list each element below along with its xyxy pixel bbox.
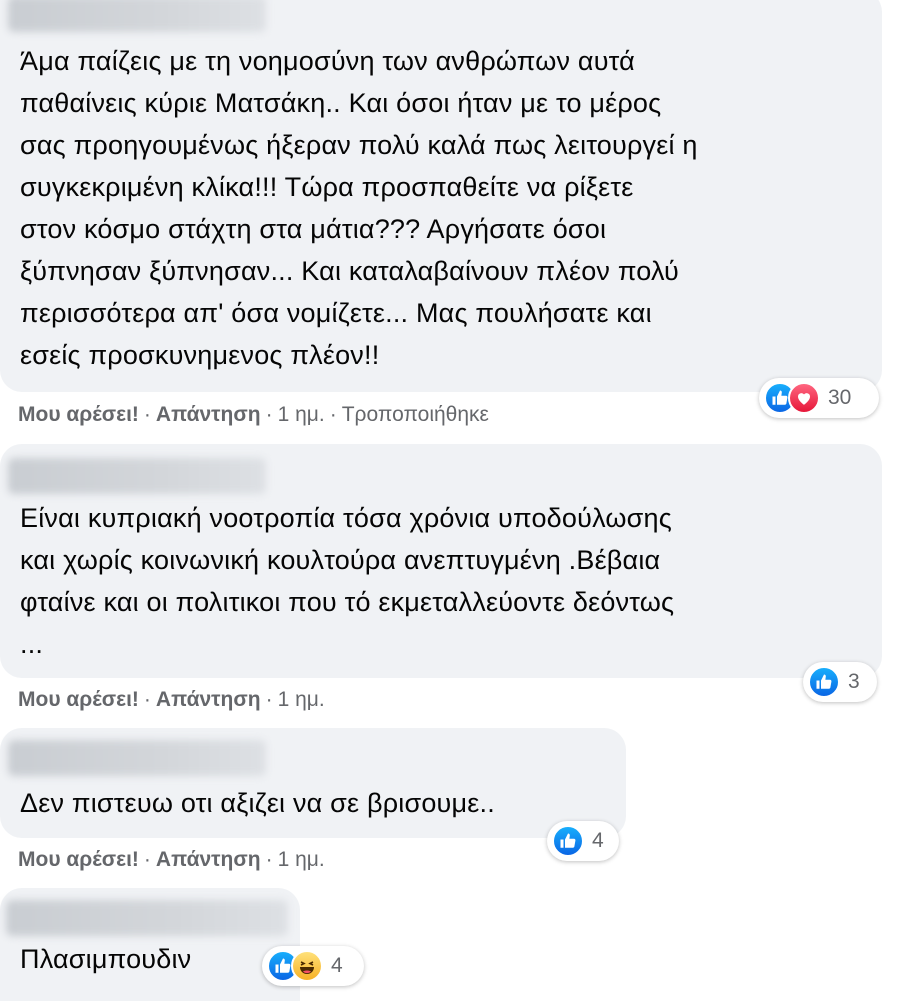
reaction-summary[interactable]: 3 [803,662,877,702]
like-link[interactable]: Μου αρέσει! [18,688,139,711]
like-link[interactable]: Μου αρέσει! [18,848,139,871]
timestamp[interactable]: 1 ημ. [278,403,325,426]
comment-text: Είναι κυπριακή νοοτροπία τόσα χρόνια υπο… [20,503,675,659]
comment-text: Πλασιμπουδιν [20,944,192,974]
comment-bubble: Πλασιμπουδιν [0,888,300,1001]
blurred-author-name [8,0,266,32]
reaction-count: 3 [848,670,860,693]
comment-bubble: Δεν πιστευω οτι αξιζει να σε βρισουμε.. [0,728,626,838]
haha-icon [291,950,323,982]
comment-actions: Μου αρέσει! · Απάντηση · 1 ημ. · Τροποποιήθηκε [18,403,489,426]
love-icon [788,382,820,414]
blurred-author-name [6,900,288,936]
like-icon [552,825,584,857]
comment-actions: Μου αρέσει! · Απάντηση · 1 ημ. [18,848,325,871]
blurred-author-name [8,458,266,494]
reply-link[interactable]: Απάντηση [156,403,261,426]
like-link[interactable]: Μου αρέσει! [18,403,139,426]
reply-link[interactable]: Απάντηση [156,688,261,711]
reaction-summary[interactable]: 4 [547,821,619,861]
reply-link[interactable]: Απάντηση [156,848,261,871]
comment-text: Άμα παίζεις με τη νοημοσύνη των ανθρώπων… [20,46,698,370]
comment-bubble: Άμα παίζεις με τη νοημοσύνη των ανθρώπων… [0,0,882,392]
reaction-summary[interactable]: 30 [759,378,879,418]
comment-bubble: Είναι κυπριακή νοοτροπία τόσα χρόνια υπο… [0,444,882,678]
like-icon [808,666,840,698]
timestamp[interactable]: 1 ημ. [278,848,325,871]
blurred-author-name [8,740,266,776]
reaction-summary[interactable]: 4 [262,946,364,986]
reaction-count: 30 [828,386,852,409]
reaction-count: 4 [592,829,604,852]
reaction-count: 4 [331,954,343,977]
edited-label: Τροποποιήθηκε [341,403,489,426]
timestamp[interactable]: 1 ημ. [278,688,325,711]
comment-actions: Μου αρέσει! · Απάντηση · 1 ημ. [18,688,325,711]
comment-text: Δεν πιστευω οτι αξιζει να σε βρισουμε.. [20,788,495,818]
